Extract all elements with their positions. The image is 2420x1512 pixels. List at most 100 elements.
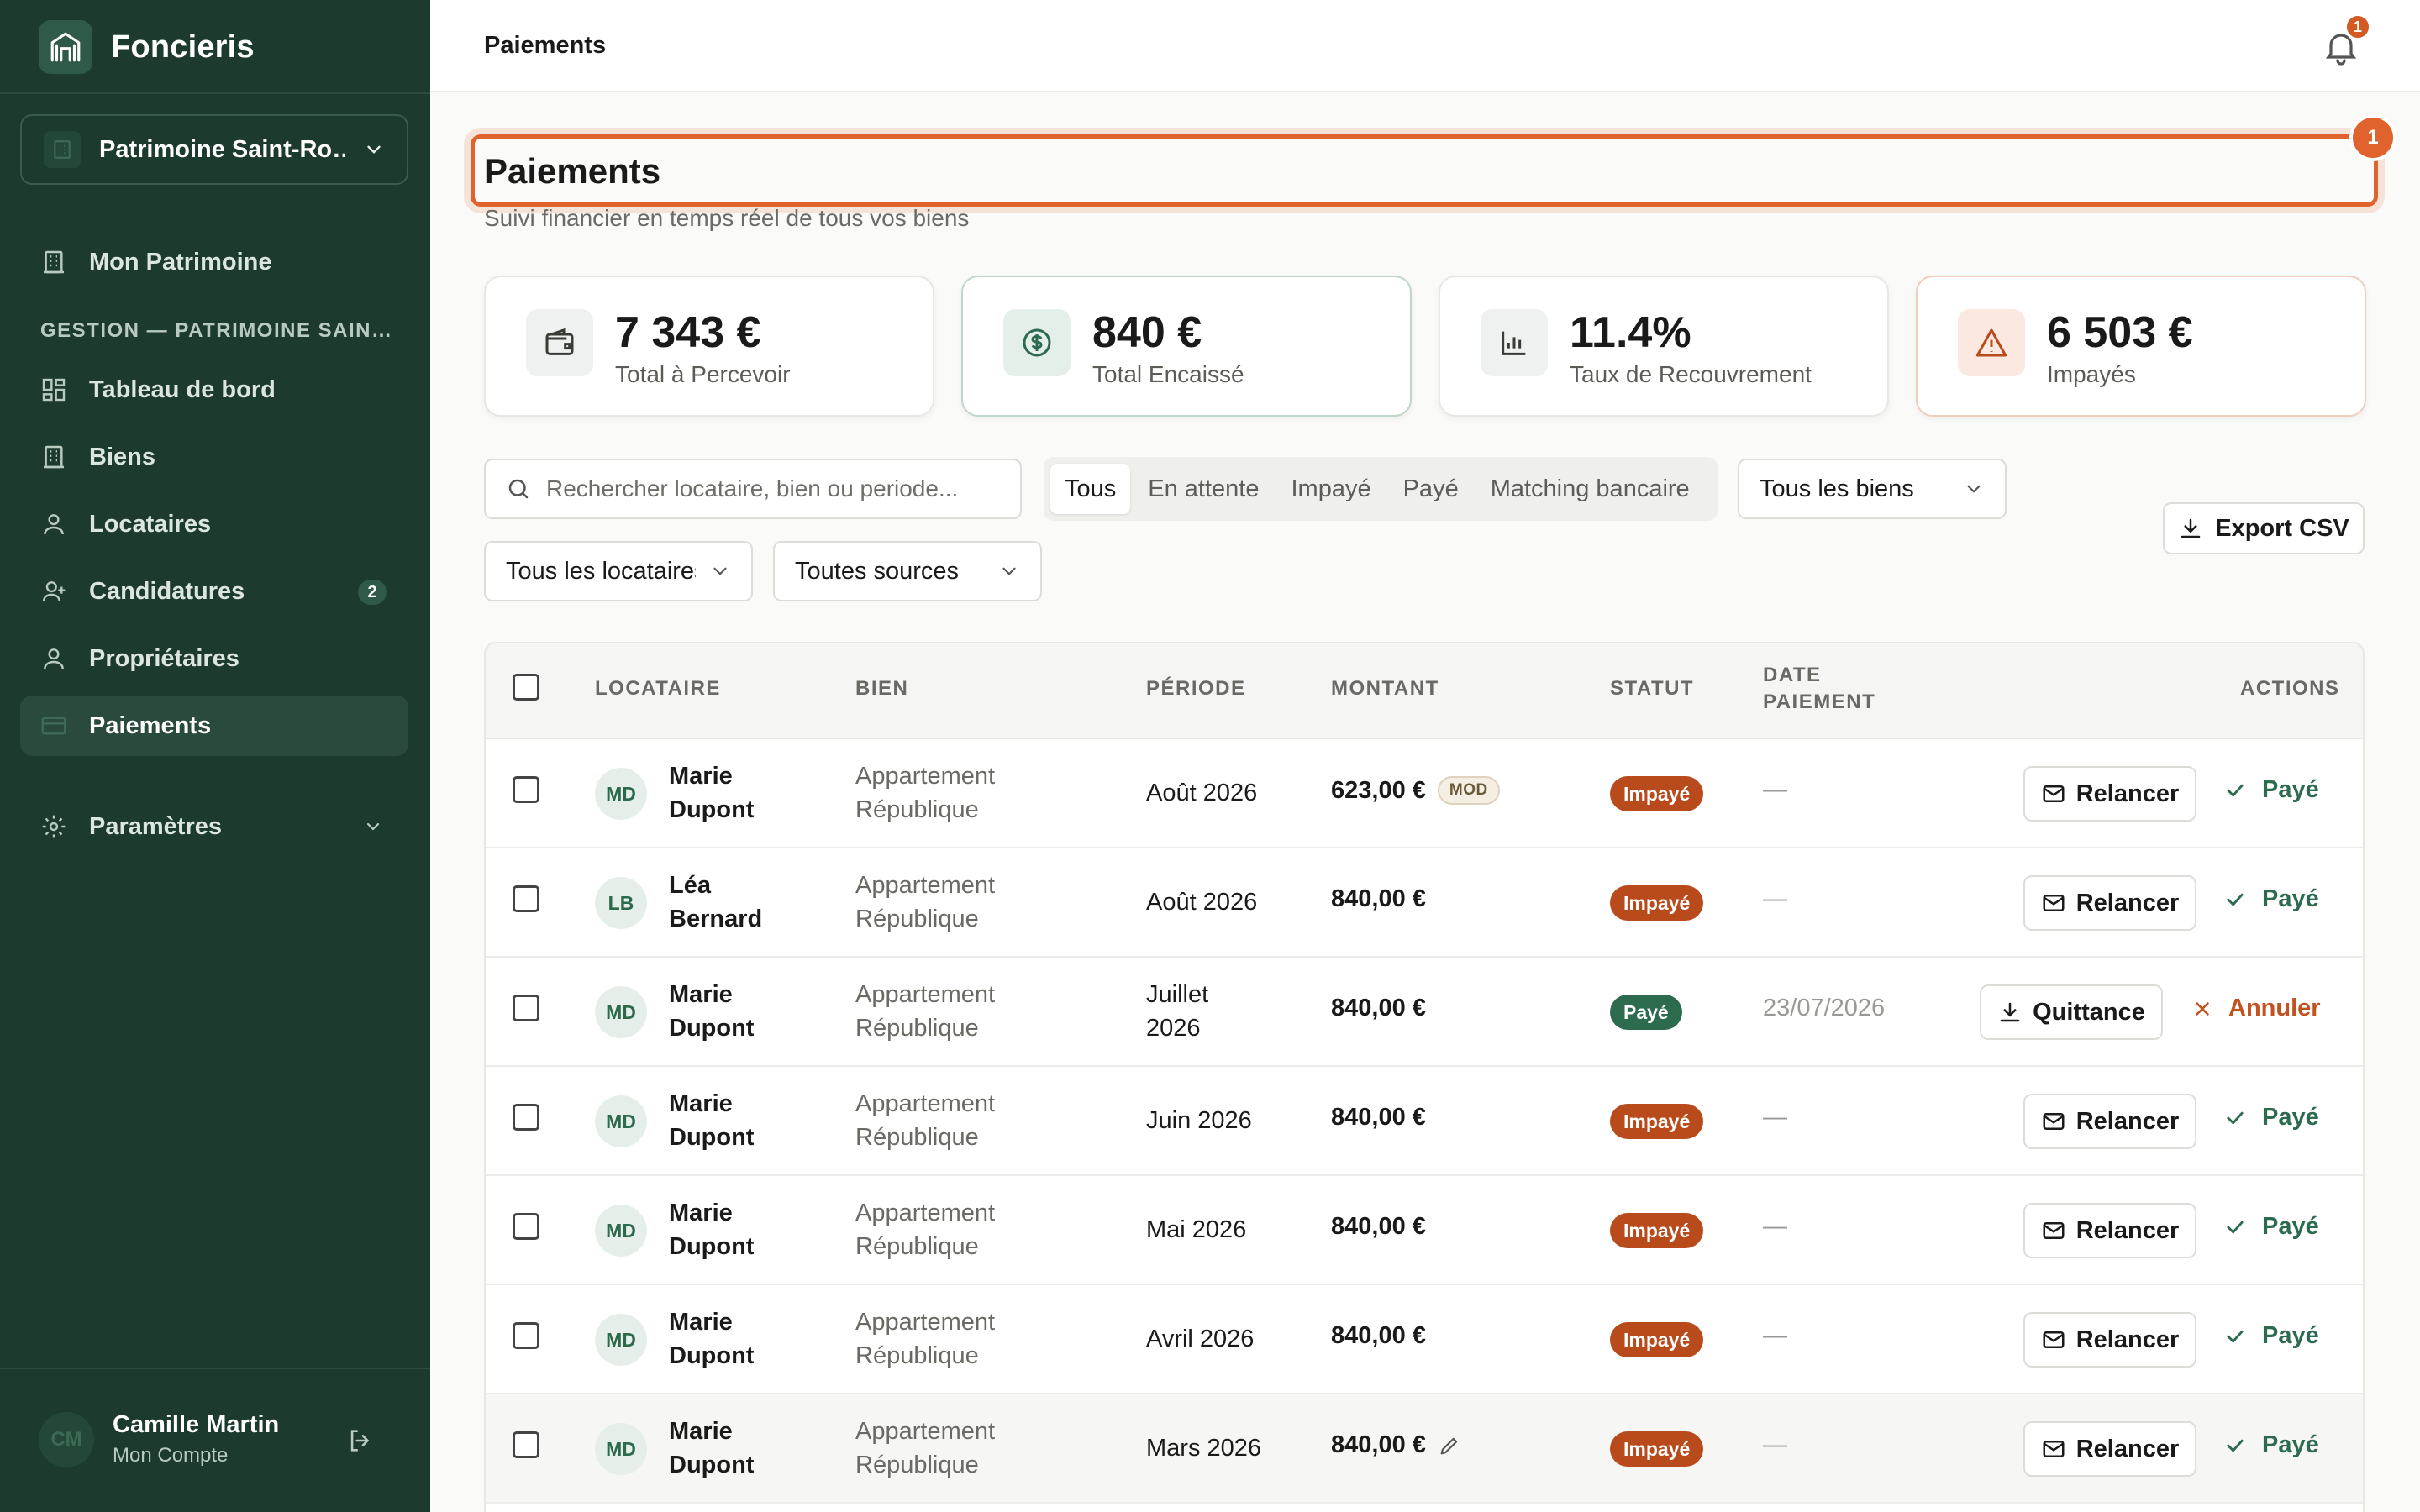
period-line: Juillet	[1146, 981, 1209, 1008]
cancel-payment-button[interactable]: Annuler	[2191, 995, 2321, 1022]
table-row[interactable]: MD Marie Dupont Appartement République Mai…	[486, 1176, 2363, 1285]
sidebar-item-mon-patrimoine[interactable]: Mon Patrimoine	[20, 232, 408, 292]
property-select[interactable]: Tous les biens	[1738, 459, 2007, 519]
row-checkbox[interactable]	[513, 885, 539, 912]
button-label: Relancer	[2075, 1216, 2180, 1244]
mark-paid-button[interactable]: Payé	[2223, 1431, 2319, 1459]
row-checkbox[interactable]	[513, 1322, 539, 1349]
sidebar-item-candidatures[interactable]: Candidatures 2	[20, 561, 408, 622]
quittance-button[interactable]: Quittance	[1980, 984, 2163, 1040]
amount: 840,00 €	[1331, 1104, 1426, 1131]
check-icon	[2227, 1111, 2244, 1125]
select-all-checkbox[interactable]	[513, 674, 539, 701]
tenant-last-name: Dupont	[669, 796, 755, 823]
search-box[interactable]	[484, 459, 1022, 519]
table-row[interactable]: MD Marie Dupont Appartement République Aoû…	[486, 739, 2363, 848]
avatar: MD	[595, 768, 647, 820]
pencil-icon[interactable]	[1438, 1434, 1461, 1457]
sidebar-item-label: Paiements	[89, 711, 212, 739]
period: Juillet 2026	[1146, 978, 1297, 1045]
check-icon	[2227, 1439, 2244, 1452]
chevron-down-icon	[713, 567, 727, 575]
tenant-name[interactable]: Marie Dupont	[669, 1305, 795, 1373]
row-checkbox[interactable]	[513, 776, 539, 803]
tenant-name[interactable]: Marie Dupont	[669, 1087, 795, 1154]
source-select-value: Toutes sources	[795, 557, 960, 585]
relancer-button[interactable]: Relancer	[2023, 1312, 2196, 1368]
user-name: Camille Martin	[113, 1411, 280, 1438]
divider	[0, 1368, 430, 1369]
period: Mars 2026	[1146, 1435, 1262, 1462]
column-header-montant[interactable]: MONTANT	[1331, 675, 1439, 702]
button-label: Payé	[2262, 1322, 2319, 1349]
tenant-name[interactable]: Marie Dupont	[669, 978, 795, 1045]
column-header-periode[interactable]: PÉRIODE	[1146, 675, 1246, 702]
kpi-label: Total à Percevoir	[615, 361, 791, 387]
tab-matching-bancaire[interactable]: Matching bancaire	[1476, 464, 1704, 514]
sidebar-item-label: Mon Patrimoine	[89, 248, 272, 276]
user-account[interactable]: CM Camille Martin Mon Compte	[39, 1411, 279, 1467]
brand[interactable]: Foncieris	[39, 20, 255, 74]
sidebar-item-paiements[interactable]: Paiements	[20, 696, 408, 756]
payment-date: —	[1763, 1213, 1787, 1240]
sidebar-item-locataires[interactable]: Locataires	[20, 494, 408, 554]
table-row[interactable]: MD Marie Dupont Appartement République Mar…	[486, 1394, 2363, 1504]
relancer-button[interactable]: Relancer	[2023, 1203, 2196, 1258]
mark-paid-button[interactable]: Payé	[2223, 776, 2319, 804]
mark-paid-button[interactable]: Payé	[2223, 885, 2319, 913]
property-line: République	[855, 1015, 979, 1042]
sidebar-item-label: Candidatures	[89, 577, 245, 605]
relancer-button[interactable]: Relancer	[2023, 1094, 2196, 1149]
mark-paid-button[interactable]: Payé	[2223, 1322, 2319, 1350]
tenant-name[interactable]: Marie Dupont	[669, 1196, 795, 1263]
source-select[interactable]: Toutes sources	[773, 541, 1042, 601]
row-checkbox[interactable]	[513, 1213, 539, 1240]
sidebar-item-label: Paramètres	[89, 812, 222, 840]
check-icon	[2227, 893, 2244, 906]
property-line: République	[855, 796, 979, 823]
tab-paye[interactable]: Payé	[1389, 464, 1473, 514]
export-csv-button[interactable]: Export CSV	[2163, 502, 2365, 554]
kpi-card-total-a-percevoir: 7 343 € Total à Percevoir	[484, 276, 934, 417]
sidebar-item-proprietaires[interactable]: Propriétaires	[20, 628, 408, 689]
table-row[interactable]: MD Marie Dupont Appartement République Jui…	[486, 958, 2363, 1067]
column-header-bien[interactable]: BIEN	[855, 675, 908, 702]
column-header-locataire[interactable]: LOCATAIRE	[595, 675, 721, 702]
tenant-name[interactable]: Marie Dupont	[669, 759, 795, 827]
table-row[interactable]: MD Marie Dupont Appartement République Jui…	[486, 1067, 2363, 1176]
column-header-statut[interactable]: STATUT	[1610, 675, 1694, 702]
tab-en-attente[interactable]: En attente	[1134, 464, 1273, 514]
column-header-date-paiement[interactable]: DATE PAIEMENT	[1763, 662, 1876, 716]
tenant-select-value: Tous les locataires	[506, 557, 696, 585]
relancer-button[interactable]: Relancer	[2023, 875, 2196, 931]
row-checkbox[interactable]	[513, 1431, 539, 1458]
period: Août 2026	[1146, 780, 1258, 806]
table-row[interactable]: MD Marie Dupont Appartement République Avr…	[486, 1285, 2363, 1394]
mark-paid-button[interactable]: Payé	[2223, 1104, 2319, 1131]
sidebar-item-parametres[interactable]: Paramètres	[20, 796, 408, 857]
kpi-value: 6 503 €	[2047, 308, 2193, 357]
tenant-last-name: Dupont	[669, 1233, 755, 1260]
relancer-button[interactable]: Relancer	[2023, 766, 2196, 822]
tab-tous[interactable]: Tous	[1050, 464, 1131, 514]
relancer-button[interactable]: Relancer	[2023, 1421, 2196, 1477]
organization-select[interactable]: Patrimoine Saint-Ro…	[20, 114, 408, 185]
row-checkbox[interactable]	[513, 995, 539, 1021]
avatar: CM	[39, 1411, 94, 1467]
dollar-circle-icon	[1003, 309, 1071, 376]
sidebar-item-tableau-de-bord[interactable]: Tableau de bord	[20, 360, 408, 420]
table-row[interactable]: LB Léa Bernard Appartement République Août…	[486, 848, 2363, 958]
tenant-name[interactable]: Léa Bernard	[669, 869, 795, 936]
row-checkbox[interactable]	[513, 1104, 539, 1131]
tenant-select[interactable]: Tous les locataires	[484, 541, 753, 601]
dashboard-icon	[39, 375, 69, 405]
mark-paid-button[interactable]: Payé	[2223, 1213, 2319, 1241]
tenant-name[interactable]: Marie Dupont	[669, 1415, 795, 1482]
tab-impaye[interactable]: Impayé	[1276, 464, 1385, 514]
logout-icon[interactable]	[346, 1426, 375, 1455]
column-header-line: PAIEMENT	[1763, 690, 1876, 713]
avatar: MD	[595, 1423, 647, 1475]
sidebar-item-biens[interactable]: Biens	[20, 427, 408, 487]
period: Avril 2026	[1146, 1326, 1255, 1352]
search-input[interactable]	[546, 475, 1017, 502]
